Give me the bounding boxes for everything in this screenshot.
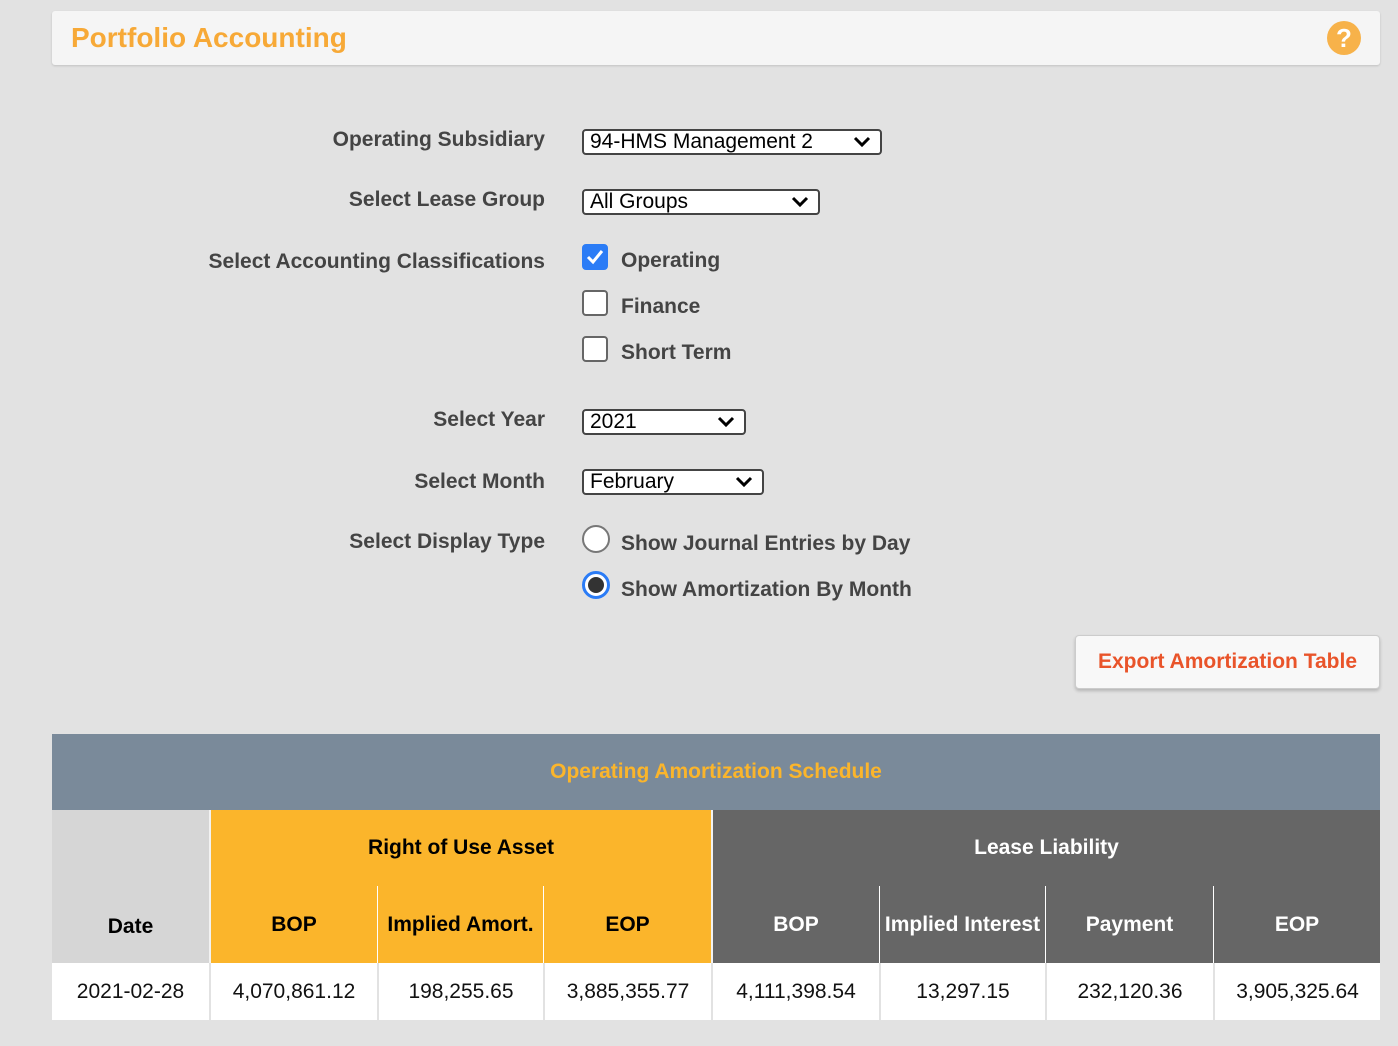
radio-amortization-by-month[interactable] bbox=[582, 571, 610, 599]
col-header-label: BOP bbox=[773, 912, 819, 936]
col-header-ll-payment: Payment bbox=[1045, 886, 1213, 963]
col-header-rou-bop: BOP bbox=[209, 886, 377, 963]
classification-finance[interactable]: Finance bbox=[582, 287, 700, 319]
table-cell-rou-implied-amort: 198,255.65 bbox=[377, 963, 543, 1020]
page-header: Portfolio Accounting ? bbox=[52, 11, 1380, 65]
table-cell-rou-bop: 4,070,861.12 bbox=[209, 963, 377, 1020]
rou-group-header: Right of Use Asset bbox=[209, 810, 711, 886]
subsidiary-label: Operating Subsidiary bbox=[332, 128, 545, 151]
classification-finance-label: Finance bbox=[621, 295, 701, 318]
subsidiary-value: 94-HMS Management 2 bbox=[590, 130, 813, 153]
help-icon[interactable]: ? bbox=[1327, 21, 1361, 55]
chevron-down-icon bbox=[791, 196, 809, 208]
col-header-label: Implied Amort. bbox=[387, 912, 534, 936]
table-cell-ll-bop: 4,111,398.54 bbox=[711, 963, 879, 1020]
year-value: 2021 bbox=[590, 410, 637, 433]
col-header-label: Implied Interest bbox=[884, 912, 1041, 936]
col-header-label: EOP bbox=[605, 912, 650, 936]
col-header-ll-bop: BOP bbox=[711, 886, 879, 963]
col-header-ll-eop: EOP bbox=[1213, 886, 1380, 963]
col-header-ll-implied-interest: Implied Interest bbox=[879, 886, 1045, 963]
date-header: Date bbox=[52, 810, 209, 963]
page-title: Portfolio Accounting bbox=[71, 22, 347, 53]
table-cell-ll-implied-interest: 13,297.15 bbox=[879, 963, 1045, 1020]
year-select[interactable]: 2021 bbox=[582, 409, 746, 435]
display-journal-by-day-label: Show Journal Entries by Day bbox=[621, 532, 911, 555]
rou-group-label: Right of Use Asset bbox=[368, 836, 554, 859]
classification-operating[interactable]: Operating bbox=[582, 241, 720, 273]
checkmark-icon bbox=[586, 250, 604, 265]
table-cell-date: 2021-02-28 bbox=[52, 963, 209, 1020]
col-header-label: EOP bbox=[1274, 912, 1320, 936]
month-label: Select Month bbox=[414, 470, 545, 493]
month-select[interactable]: February bbox=[582, 469, 764, 495]
ll-group-label: Lease Liability bbox=[974, 836, 1119, 859]
subsidiary-select[interactable]: 94-HMS Management 2 bbox=[582, 129, 882, 155]
classification-operating-label: Operating bbox=[621, 249, 721, 272]
display-type-label: Select Display Type bbox=[349, 530, 545, 553]
classification-short-term-label: Short Term bbox=[621, 341, 732, 364]
table-cell-ll-payment: 232,120.36 bbox=[1045, 963, 1213, 1020]
ll-group-header: Lease Liability bbox=[711, 810, 1380, 886]
checkbox-operating[interactable] bbox=[582, 244, 608, 270]
col-header-label: BOP bbox=[271, 912, 317, 936]
lease-group-label: Select Lease Group bbox=[348, 188, 545, 211]
schedule-title: Operating Amortization Schedule bbox=[52, 734, 1380, 810]
checkbox-short-term[interactable] bbox=[582, 336, 608, 362]
display-amortization-by-month-label: Show Amortization By Month bbox=[621, 578, 912, 601]
radio-journal-by-day[interactable] bbox=[582, 525, 610, 553]
table-cell-rou-eop: 3,885,355.77 bbox=[543, 963, 711, 1020]
date-header-label: Date bbox=[107, 915, 154, 938]
year-label: Select Year bbox=[433, 408, 545, 431]
lease-group-value: All Groups bbox=[590, 190, 689, 213]
display-journal-by-day[interactable]: Show Journal Entries by Day bbox=[582, 522, 910, 556]
col-header-rou-eop: EOP bbox=[543, 886, 711, 963]
display-amortization-by-month[interactable]: Show Amortization By Month bbox=[582, 568, 912, 602]
month-value: February bbox=[590, 470, 675, 493]
col-header-rou-implied-amort: Implied Amort. bbox=[377, 886, 543, 963]
export-amortization-button[interactable]: Export Amortization Table bbox=[1075, 635, 1380, 689]
checkbox-finance[interactable] bbox=[582, 290, 608, 316]
col-header-label: Payment bbox=[1085, 912, 1174, 936]
classification-short-term[interactable]: Short Term bbox=[582, 333, 731, 365]
lease-group-select[interactable]: All Groups bbox=[582, 189, 820, 215]
chevron-down-icon bbox=[717, 416, 735, 428]
chevron-down-icon bbox=[735, 476, 753, 488]
chevron-down-icon bbox=[853, 136, 871, 148]
table-cell-ll-eop: 3,905,325.64 bbox=[1213, 963, 1380, 1020]
classifications-label: Select Accounting Classifications bbox=[208, 250, 545, 273]
